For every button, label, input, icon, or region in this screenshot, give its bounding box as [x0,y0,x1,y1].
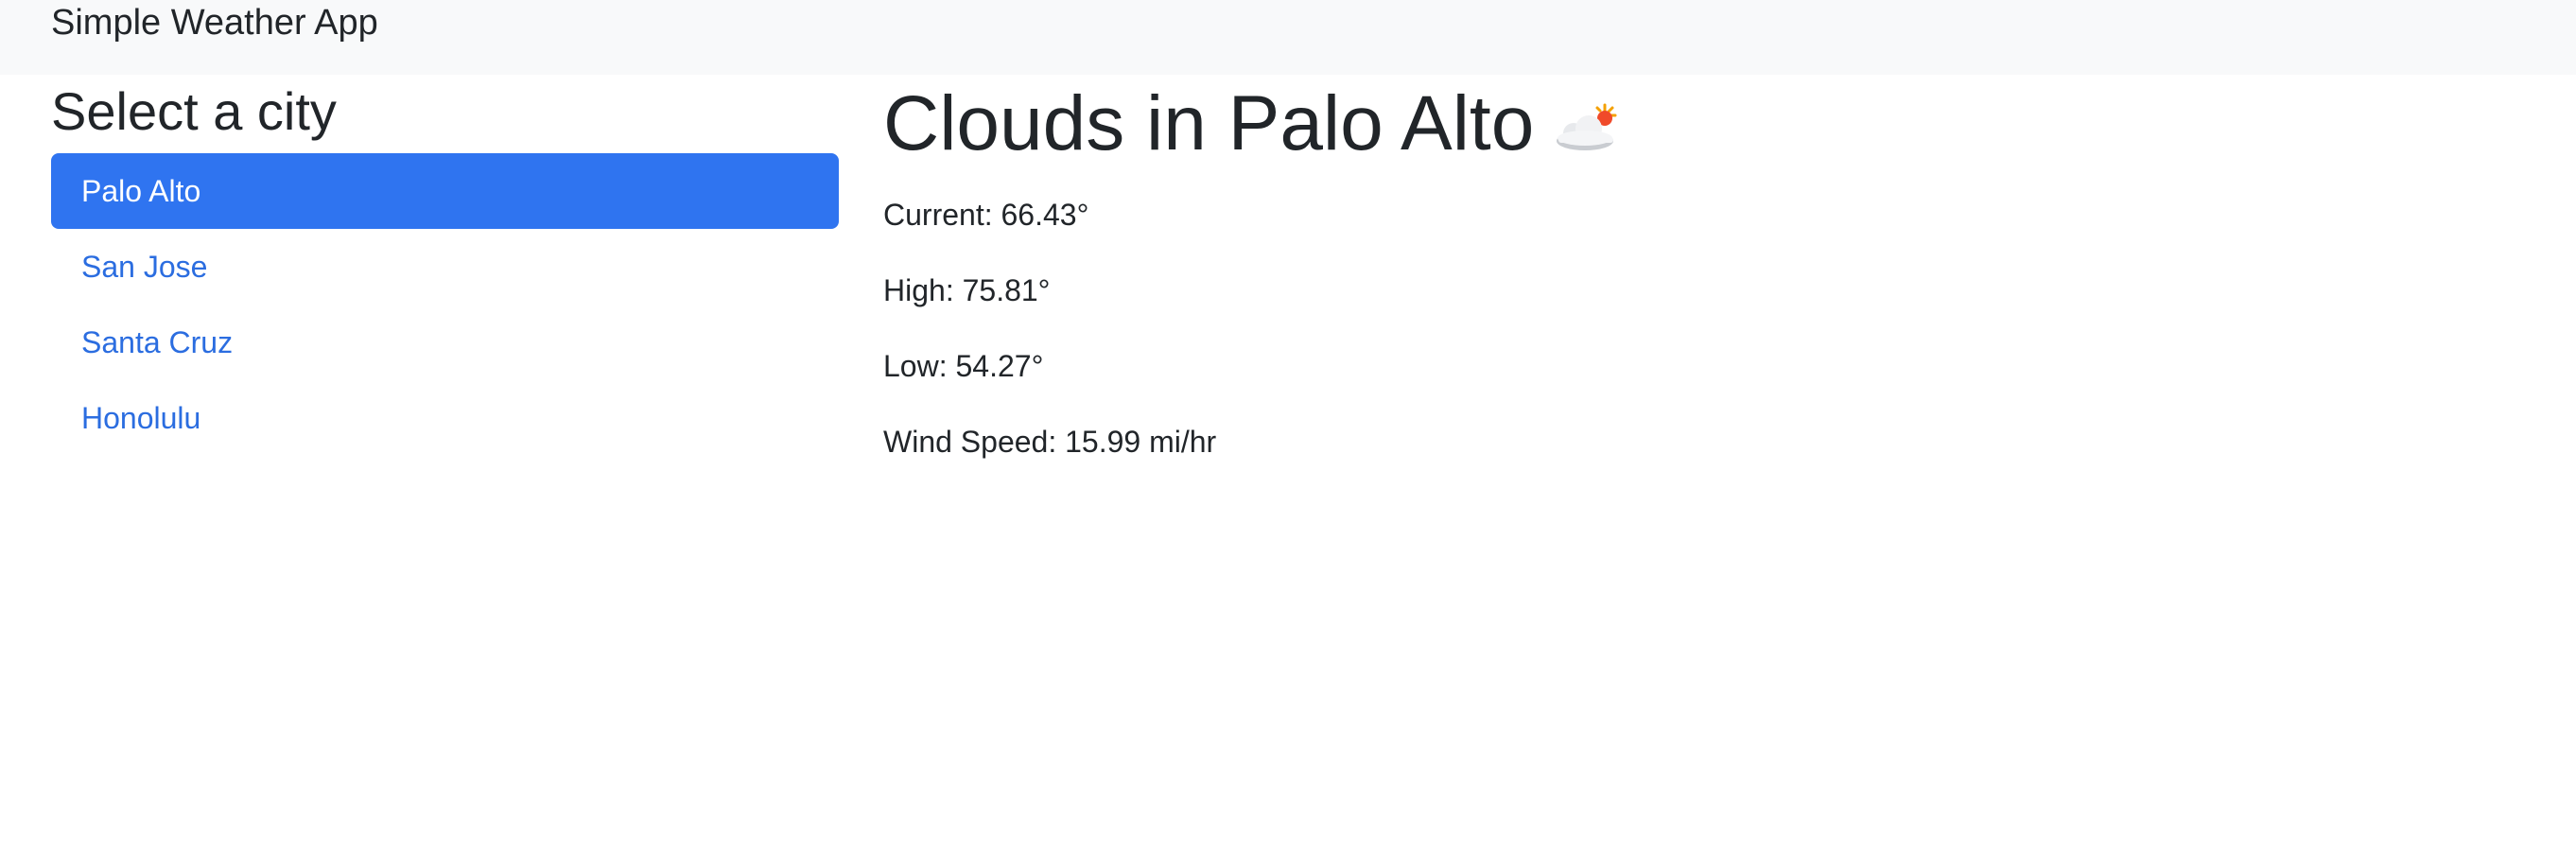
low-temperature: Low: 54.27° [883,349,1044,383]
city-list: Palo Alto San Jose Santa Cruz Honolulu [51,153,839,456]
high-temperature: High: 75.81° [883,273,1051,307]
current-temperature: Current: 66.43° [883,198,1089,232]
sidebar-title: Select a city [51,81,337,141]
city-item-palo-alto[interactable]: Palo Alto [51,153,839,229]
city-item-san-jose[interactable]: San Jose [51,229,839,305]
navbar: Simple Weather App [0,0,2576,75]
cloud-with-sun-icon [1557,103,1617,150]
wind-speed: Wind Speed: 15.99 mi/hr [883,425,1217,459]
app-brand[interactable]: Simple Weather App [51,0,378,45]
weather-title-text: Clouds in Palo Alto [883,80,1535,166]
city-item-santa-cruz[interactable]: Santa Cruz [51,305,839,380]
weather-title: Clouds in Palo Alto [883,77,1621,171]
city-item-honolulu[interactable]: Honolulu [51,380,839,456]
